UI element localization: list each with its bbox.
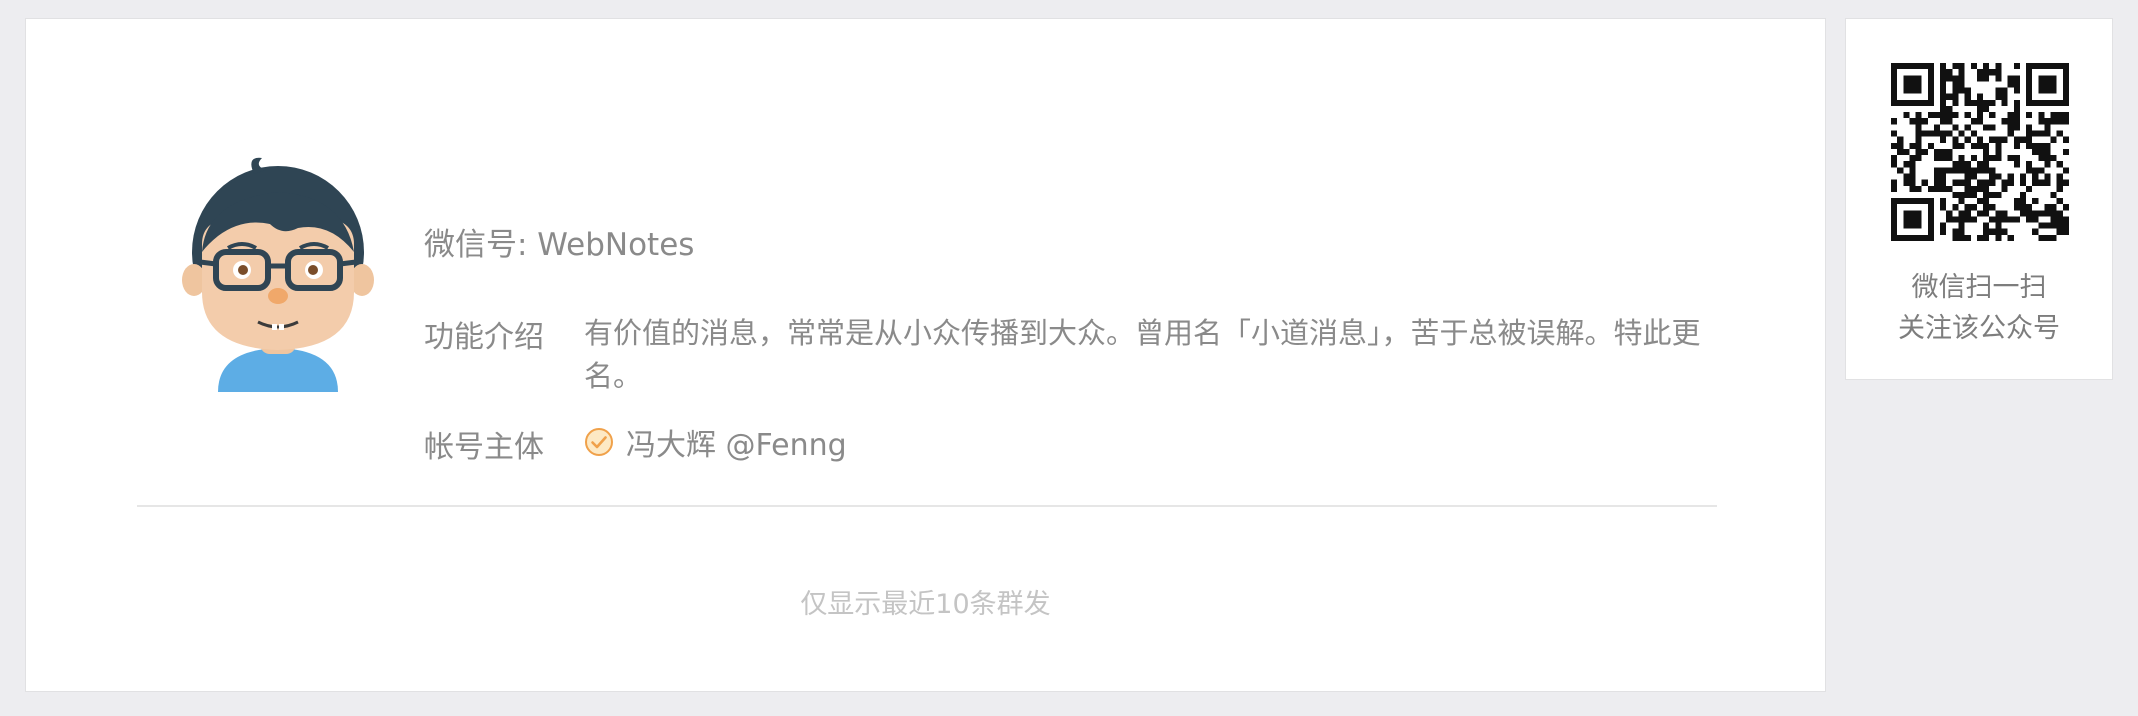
intro-label: 功能介绍: [424, 320, 544, 355]
owner-label: 帐号主体: [424, 430, 544, 465]
intro-text: 有价值的消息，常常是从小众传播到大众。曾用名「小道消息」，苦于总被误解。特此更名…: [584, 316, 1701, 393]
recent-posts-notice: 仅显示最近10条群发: [800, 589, 1051, 620]
qr-caption: 微信扫一扫 关注该公众号: [1846, 267, 2112, 349]
qr-card: 微信扫一扫 关注该公众号: [1845, 18, 2113, 380]
owner-value: 冯大辉 @Fenng: [584, 422, 847, 463]
divider: [137, 505, 1717, 507]
qr-caption-line2: 关注该公众号: [1898, 313, 2060, 344]
owner-name: 冯大辉 @Fenng: [626, 428, 847, 463]
wechat-id: 微信号: WebNotes: [424, 227, 695, 263]
qr-caption-line1: 微信扫一扫: [1911, 272, 2047, 303]
qr-code-icon: [1891, 63, 2069, 241]
account-avatar: [182, 157, 374, 392]
verified-check-icon: [585, 428, 613, 456]
profile-card: 微信号: WebNotes 功能介绍 有价值的消息，常常是从小众传播到大众。曾用…: [25, 18, 1826, 692]
